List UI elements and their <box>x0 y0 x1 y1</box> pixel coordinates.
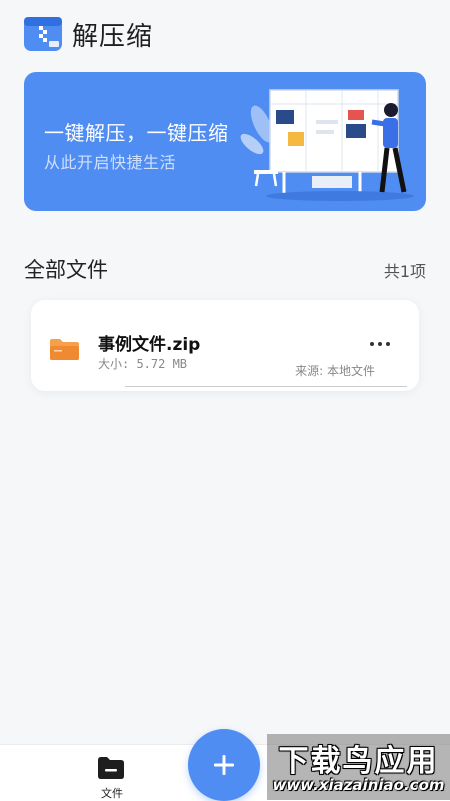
more-options-button[interactable] <box>367 334 393 354</box>
file-count: 共1项 <box>383 262 426 281</box>
add-button[interactable] <box>188 729 260 801</box>
file-source: 来源: 本地文件 <box>295 364 375 378</box>
more-dot <box>378 342 382 346</box>
folder-icon <box>50 339 79 360</box>
card-divider <box>125 386 407 387</box>
app-bar: 解压缩 <box>0 0 450 68</box>
zip-archive-icon <box>24 17 62 51</box>
more-dot <box>370 342 374 346</box>
file-card[interactable]: 事例文件.zip 大小: 5.72 MB 来源: 本地文件 <box>31 300 419 391</box>
promo-banner[interactable]: 一键解压，一键压缩 从此开启快捷生活 <box>24 72 426 211</box>
file-name: 事例文件.zip <box>98 335 201 355</box>
watermark: 下载鸟应用 www.xiazainiao.com <box>267 734 450 800</box>
watermark-url: www.xiazainiao.com <box>272 776 445 794</box>
watermark-title: 下载鸟应用 <box>278 744 439 779</box>
tab-files[interactable]: 文件 <box>92 753 132 800</box>
folder-icon <box>98 757 124 779</box>
plus-icon <box>214 755 234 775</box>
app-title: 解压缩 <box>72 22 154 52</box>
section-title: 全部文件 <box>24 258 108 282</box>
file-size: 大小: 5.72 MB <box>98 357 188 371</box>
more-dot <box>386 342 390 346</box>
person-at-whiteboard-illustration <box>240 89 414 201</box>
banner-subtitle: 从此开启快捷生活 <box>44 153 177 172</box>
banner-headline: 一键解压，一键压缩 <box>44 121 229 145</box>
tab-files-label: 文件 <box>101 787 123 800</box>
